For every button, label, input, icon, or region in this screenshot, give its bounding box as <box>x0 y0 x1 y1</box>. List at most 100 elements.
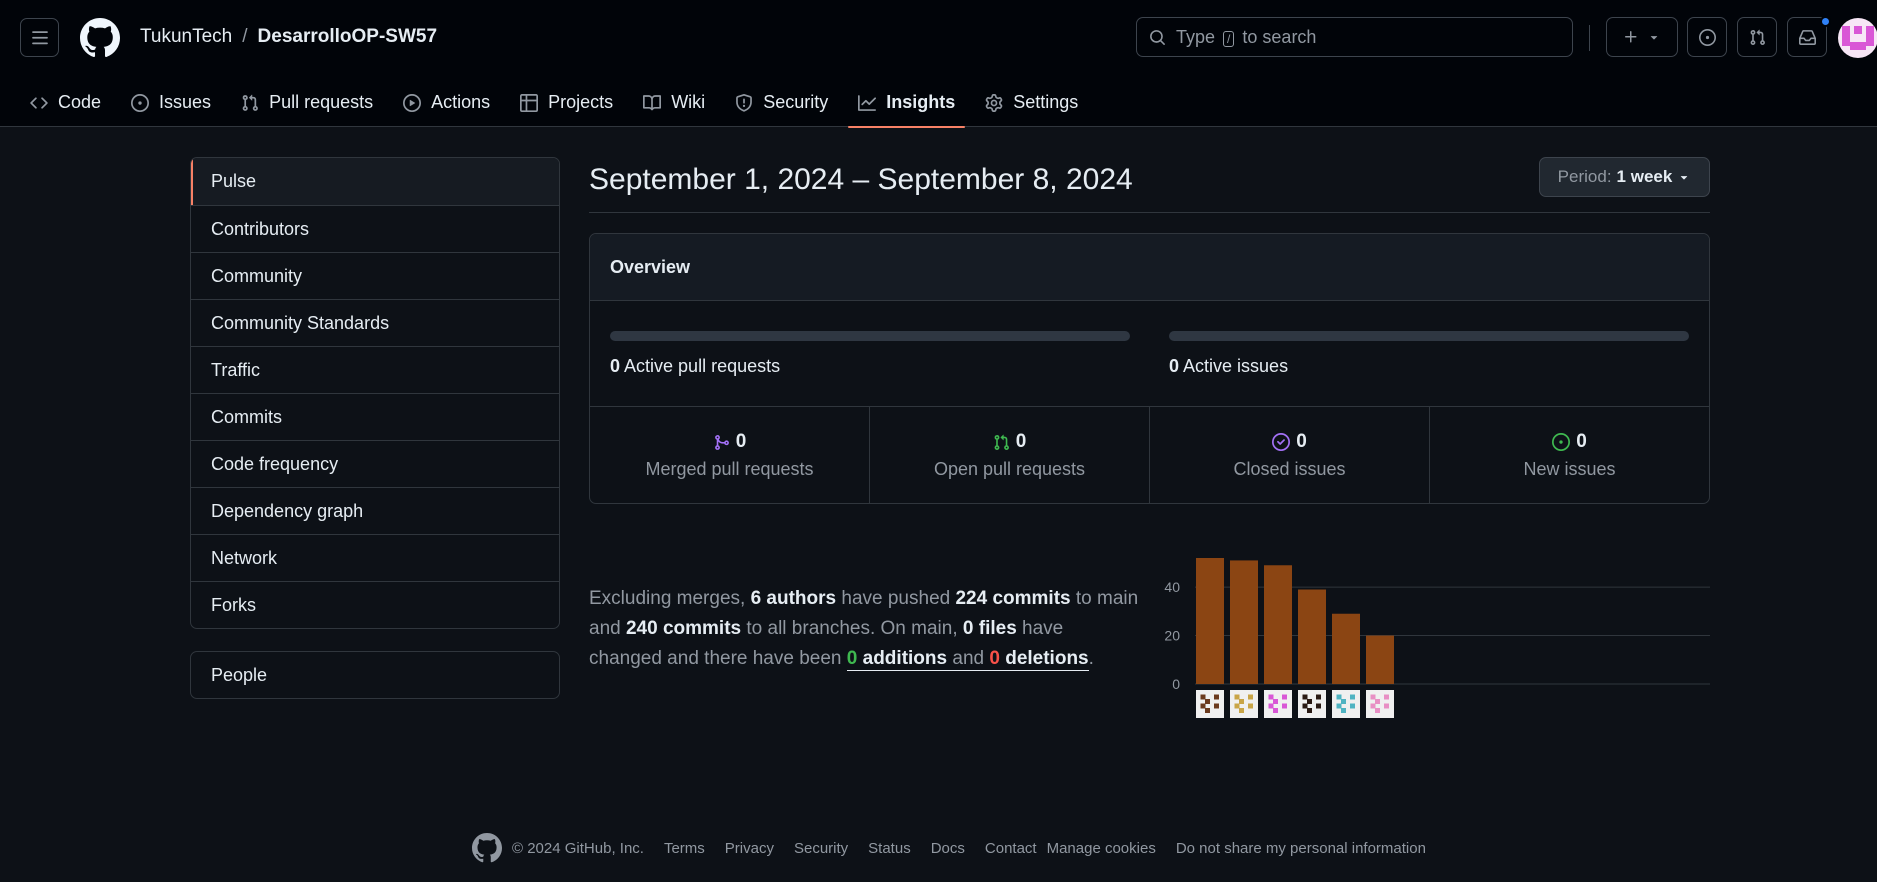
issue-opened-icon <box>131 93 150 112</box>
sidebar-item-commits[interactable]: Commits <box>191 393 559 440</box>
top-bar: TukunTech / DesarrolloOP-SW57 Type / to … <box>0 0 1877 76</box>
tab-insights[interactable]: Insights <box>848 78 966 128</box>
git-pull-request-icon <box>994 434 1009 450</box>
footer-link-status[interactable]: Status <box>868 840 911 857</box>
active-issues-label[interactable]: Active issues <box>1183 356 1288 376</box>
tab-projects[interactable]: Projects <box>510 78 623 127</box>
code-icon <box>30 96 48 109</box>
tab-settings[interactable]: Settings <box>975 78 1088 127</box>
additions-deletions-link[interactable]: 0 additions and 0 deletions <box>846 648 1089 671</box>
footer-copyright: © 2024 GitHub, Inc. <box>512 839 644 857</box>
contributor-avatar[interactable] <box>1298 690 1326 718</box>
contributor-bar[interactable] <box>1196 558 1224 684</box>
contributor-avatar[interactable] <box>1366 690 1394 718</box>
contributor-bar[interactable] <box>1332 613 1360 684</box>
period-select-button[interactable]: Period: 1 week <box>1539 157 1710 197</box>
contributor-avatar[interactable] <box>1196 690 1224 718</box>
notification-indicator <box>1820 16 1831 27</box>
period-value: 1 week <box>1616 167 1673 186</box>
contributor-bar[interactable] <box>1230 560 1258 684</box>
github-logo-icon[interactable] <box>472 833 502 863</box>
sidebar-item-community[interactable]: Community <box>191 252 559 299</box>
search-placeholder: Type / to search <box>1176 26 1317 47</box>
sidebar-item-community-standards[interactable]: Community Standards <box>191 299 559 346</box>
sidebar-item-traffic[interactable]: Traffic <box>191 346 559 393</box>
triangle-down-icon <box>1650 36 1658 40</box>
commits-main-count: 224 commits <box>955 588 1071 609</box>
sidebar-item-contributors[interactable]: Contributors <box>191 205 559 252</box>
sidebar-item-network[interactable]: Network <box>191 534 559 581</box>
repo-owner-link[interactable]: TukunTech <box>140 26 232 48</box>
open-pull-requests-stat[interactable]: 0 Open pull requests <box>869 407 1149 503</box>
contributors-bar-chart: 0 20 40 <box>1164 558 1710 718</box>
graph-icon <box>858 94 877 111</box>
footer-link-contact[interactable]: Contact <box>985 840 1037 857</box>
tab-pull-requests[interactable]: Pull requests <box>231 78 383 127</box>
contributor-avatar[interactable] <box>1264 690 1292 718</box>
footer-link-docs[interactable]: Docs <box>931 840 965 857</box>
search-input[interactable]: Type / to search <box>1136 17 1573 57</box>
repo-header: TukunTech / DesarrolloOP-SW57 Type / to … <box>0 0 1877 128</box>
y-tick-label: 40 <box>1164 579 1180 595</box>
overview-title: Overview <box>590 234 1709 301</box>
footer-link-security[interactable]: Security <box>794 840 848 857</box>
repo-nav-tabs: Code Issues Pull requests Actions Projec… <box>20 78 1098 128</box>
footer-link-manage-cookies[interactable]: Manage cookies <box>1047 840 1156 857</box>
create-new-button[interactable] <box>1606 17 1678 57</box>
sidebar-item-dependency-graph[interactable]: Dependency graph <box>191 487 559 534</box>
merged-prs-label: Merged pull requests <box>645 459 814 479</box>
footer-link-privacy[interactable]: Privacy <box>725 840 774 857</box>
new-issues-stat[interactable]: 0 New issues <box>1429 407 1709 503</box>
menu-button[interactable] <box>20 18 59 57</box>
tab-wiki[interactable]: Wiki <box>633 78 715 127</box>
merged-prs-count: 0 <box>735 431 747 452</box>
page-title: September 1, 2024 – September 8, 2024 <box>589 163 1133 196</box>
repo-name-link[interactable]: DesarrolloOP-SW57 <box>258 26 438 48</box>
contributor-bar[interactable] <box>1264 565 1292 684</box>
user-avatar[interactable] <box>1838 18 1877 58</box>
hamburger-icon <box>31 30 48 44</box>
open-prs-count: 0 <box>1015 431 1027 452</box>
active-issues: 0 Active issues <box>1169 331 1689 377</box>
book-icon <box>643 94 662 110</box>
tab-issues[interactable]: Issues <box>121 78 221 127</box>
commits-all-count: 240 commits <box>625 618 742 639</box>
breadcrumb: TukunTech / DesarrolloOP-SW57 <box>140 26 437 48</box>
tab-code[interactable]: Code <box>20 78 111 127</box>
closed-issues-label: Closed issues <box>1233 459 1346 479</box>
closed-issues-stat[interactable]: 0 Closed issues <box>1149 407 1429 503</box>
sidebar-item-forks[interactable]: Forks <box>191 581 559 628</box>
breadcrumb-separator: / <box>242 26 248 47</box>
git-pull-request-icon <box>1750 29 1765 45</box>
pull-requests-button[interactable] <box>1737 17 1777 57</box>
sidebar-item-code-frequency[interactable]: Code frequency <box>191 440 559 487</box>
inbox-icon <box>1798 29 1816 45</box>
contributor-bar[interactable] <box>1366 635 1394 684</box>
sidebar-item-people[interactable]: People <box>190 651 560 699</box>
contributor-avatar[interactable] <box>1230 690 1258 718</box>
gear-icon <box>985 93 1003 112</box>
closed-issues-count: 0 <box>1296 431 1307 452</box>
contributor-bar[interactable] <box>1298 589 1326 685</box>
footer-link-do-not-share[interactable]: Do not share my personal information <box>1176 840 1426 857</box>
tab-actions[interactable]: Actions <box>393 78 500 127</box>
merged-pull-requests-stat[interactable]: 0 Merged pull requests <box>590 407 869 503</box>
overview-panel: Overview 0 Active pull requests 0 Active… <box>589 233 1710 504</box>
github-logo-icon[interactable] <box>80 18 120 58</box>
identicon-icon <box>1842 26 1874 50</box>
contributor-avatar[interactable] <box>1332 690 1360 718</box>
active-prs-progress-bar <box>610 331 1130 341</box>
sidebar-item-pulse[interactable]: Pulse <box>191 158 559 205</box>
issues-button[interactable] <box>1687 17 1727 57</box>
y-tick-label: 0 <box>1172 676 1180 692</box>
new-issues-label: New issues <box>1523 459 1616 479</box>
overview-activity: 0 Active pull requests 0 Active issues <box>590 301 1709 407</box>
y-tick-label: 20 <box>1164 628 1180 644</box>
active-issues-progress-bar <box>1169 331 1689 341</box>
plus-icon <box>1625 31 1637 43</box>
active-prs-label[interactable]: Active pull requests <box>624 356 780 376</box>
files-changed-count: 0 files <box>962 618 1017 639</box>
footer-link-terms[interactable]: Terms <box>664 840 705 857</box>
overview-stats: 0 Merged pull requests 0 Open pull reque… <box>590 407 1709 503</box>
tab-security[interactable]: Security <box>725 78 838 127</box>
